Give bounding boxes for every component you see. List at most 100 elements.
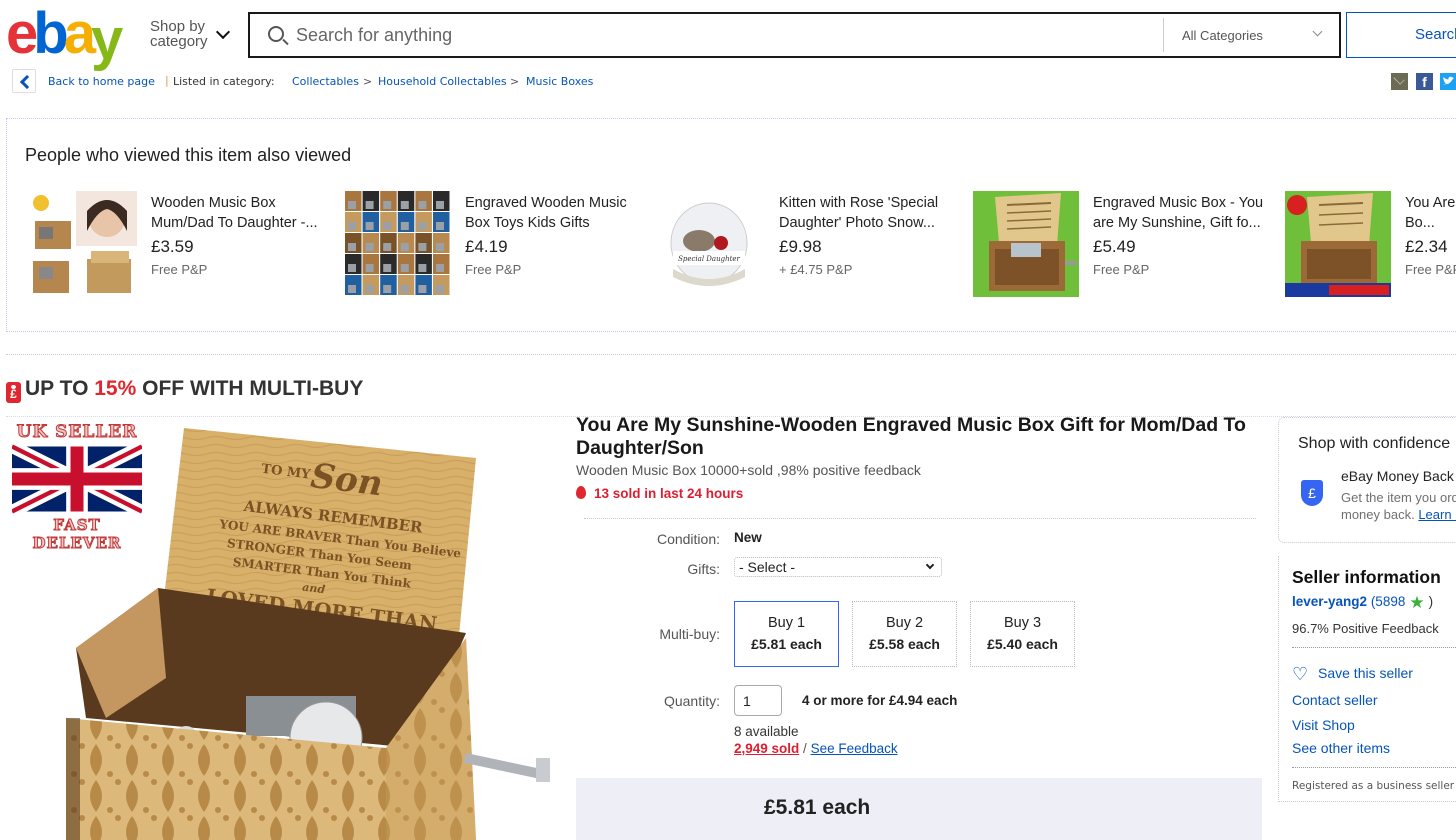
promo-highlight: 15% — [94, 377, 137, 400]
sold-separator: / — [799, 741, 811, 756]
logo-letter-y: y — [90, 7, 123, 72]
price-tag-icon: £ — [6, 382, 21, 403]
item-title: Engraved Wooden Music Box Toys Kids Gift… — [465, 195, 627, 231]
seller-name-link[interactable]: lever-yang2 — [1292, 594, 1367, 609]
multibuy-price: £5.58 each — [869, 636, 940, 652]
multibuy-promo-banner: £ UP TO 15% OFF WITH MULTI-BUY — [6, 377, 363, 403]
see-feedback-link[interactable]: See Feedback — [811, 741, 898, 756]
multibuy-qty: Buy 2 — [885, 615, 924, 631]
visit-shop-link[interactable]: Visit Shop — [1292, 717, 1355, 733]
ebay-logo[interactable]: ebay — [6, 1, 123, 69]
seller-score-close: ) — [1428, 594, 1434, 609]
mail-icon[interactable] — [1391, 73, 1408, 90]
item-thumbnail — [1285, 191, 1391, 297]
item-title: Kitten with Rose 'Special Daughter' Phot… — [779, 195, 939, 231]
item-thumbnail — [31, 191, 137, 297]
sold-count-link[interactable]: 2,949 sold — [734, 741, 799, 756]
product-subtitle: Wooden Music Box 10000+sold ,98% positiv… — [576, 462, 921, 478]
shield-icon: £ — [1301, 480, 1323, 506]
svg-text:Special Daughter: Special Daughter — [678, 255, 740, 263]
item-thumbnail — [345, 191, 451, 297]
item-thumbnail — [973, 191, 1079, 297]
breadcrumb-collectables[interactable]: Collectables — [292, 75, 359, 88]
back-to-home-link[interactable]: Back to home page — [48, 75, 155, 88]
search-bar: All Categories — [248, 12, 1341, 58]
hotness-indicator: 13 sold in last 24 hours — [576, 486, 743, 501]
money-back-desc: Get the item you ordered or get your mon… — [1341, 489, 1456, 523]
item-title: Wooden Music Box Mum/Dad To Daughter -..… — [151, 195, 318, 231]
confidence-heading: Shop with confidence — [1298, 435, 1451, 452]
breadcrumb-music-boxes[interactable]: Music Boxes — [526, 75, 593, 88]
back-arrow-icon[interactable] — [12, 69, 36, 93]
multibuy-option-2[interactable]: Buy 2 £5.58 each — [852, 601, 957, 667]
price-panel: £5.81 each — [576, 778, 1262, 840]
also-viewed-item[interactable]: Engraved Music Box - You are My Sunshine… — [973, 191, 1283, 297]
also-viewed-item[interactable]: Special Daughter Kitten with Rose 'Speci… — [659, 191, 969, 297]
gifts-select-value: - Select - — [739, 559, 796, 575]
badge-top-text: UK SELLER — [16, 422, 138, 443]
multibuy-option-3[interactable]: Buy 3 £5.40 each — [970, 601, 1075, 667]
badge-bottom-text: FAST DELEVER — [32, 516, 122, 553]
breadcrumb-pipe: | — [165, 74, 169, 87]
seller-feedback: 96.7% Positive Feedback — [1292, 621, 1439, 636]
chevron-down-icon — [925, 560, 935, 570]
gifts-select[interactable]: - Select - — [734, 557, 942, 577]
star-icon: ★ — [1409, 593, 1425, 612]
shop-by-category-button[interactable]: Shop by category — [150, 19, 208, 49]
search-input[interactable] — [296, 14, 1156, 56]
listed-in-label: Listed in category: — [173, 75, 275, 88]
save-seller-button[interactable]: ♡ Save this seller — [1292, 665, 1413, 683]
see-other-items-link[interactable]: See other items — [1292, 740, 1390, 756]
multibuy-price: £5.81 each — [751, 636, 822, 652]
quantity-label: Quantity: — [663, 693, 720, 709]
breadcrumb-separator: > — [363, 75, 373, 88]
item-price: £5.81 each — [764, 796, 871, 819]
seller-divider — [1292, 647, 1456, 648]
category-select-value: All Categories — [1182, 28, 1263, 43]
breadcrumb-household-collectables[interactable]: Household Collectables — [378, 75, 507, 88]
header: ebay Shop by category All Categories Sea… — [0, 0, 1456, 69]
item-price: £4.19 — [465, 237, 508, 256]
quantity-offer: 4 or more for £4.94 each — [802, 693, 958, 708]
category-label: category — [150, 33, 208, 50]
multibuy-option-1[interactable]: Buy 1 £5.81 each — [734, 601, 839, 667]
product-title: You Are My Sunshine-Wooden Engraved Musi… — [576, 414, 1246, 459]
money-back-desc-line: money back. — [1341, 507, 1419, 522]
chevron-down-icon[interactable] — [215, 24, 231, 40]
multibuy-qty: Buy 3 — [1003, 615, 1042, 631]
shop-with-confidence-panel: Shop with confidence £ eBay Money Back G… — [1278, 417, 1456, 543]
breadcrumb: Back to home page | Listed in category: … — [0, 68, 1456, 94]
condition-label: Condition: — [656, 531, 720, 547]
item-price: £9.98 — [779, 237, 822, 256]
item-title: You Are My Sunshine Music Bo... — [1405, 195, 1456, 231]
logo-letter-a: a — [63, 1, 96, 66]
quantity-input[interactable] — [734, 685, 782, 716]
product-main-image[interactable]: TO MY Son ALWAYS REMEMBER YOU ARE BRAVER… — [6, 418, 558, 840]
uk-seller-badge: UK SELLER FAST DELEVER — [10, 422, 144, 553]
item-thumbnail: Special Daughter — [659, 191, 765, 297]
facebook-icon[interactable]: f — [1416, 73, 1433, 90]
twitter-bird-glyph — [1443, 76, 1454, 85]
seller-score[interactable]: (5898 — [1371, 594, 1406, 609]
also-viewed-item[interactable]: Wooden Music Box Mum/Dad To Daughter -..… — [31, 191, 341, 297]
multibuy-price: £5.40 each — [987, 636, 1058, 652]
also-viewed-item[interactable]: You Are My Sunshine Music Bo... £2.34 Fr… — [1285, 191, 1456, 297]
also-viewed-heading: People who viewed this item also viewed — [25, 145, 352, 165]
logo-letter-e: e — [6, 1, 38, 66]
category-select[interactable]: All Categories — [1164, 14, 1339, 56]
flame-icon — [576, 486, 586, 499]
item-shipping: Free P&P — [1405, 262, 1456, 277]
seller-divider — [1292, 767, 1456, 768]
twitter-icon[interactable] — [1440, 73, 1456, 90]
money-back-desc-line: Get the item you ordered or get your — [1341, 490, 1456, 505]
also-viewed-item[interactable]: Engraved Wooden Music Box Toys Kids Gift… — [345, 191, 655, 297]
learn-more-link[interactable]: Learn more — [1418, 507, 1456, 522]
hotness-text: 13 sold in last 24 hours — [594, 486, 744, 501]
contact-seller-link[interactable]: Contact seller — [1292, 692, 1378, 708]
seller-heading: Seller information — [1292, 567, 1441, 587]
union-jack-flag-icon — [12, 444, 142, 514]
search-button[interactable]: Search — [1346, 12, 1456, 58]
section-divider — [6, 354, 1456, 355]
item-shipping: Free P&P — [1093, 262, 1150, 277]
item-shipping: + £4.75 P&P — [779, 262, 853, 277]
